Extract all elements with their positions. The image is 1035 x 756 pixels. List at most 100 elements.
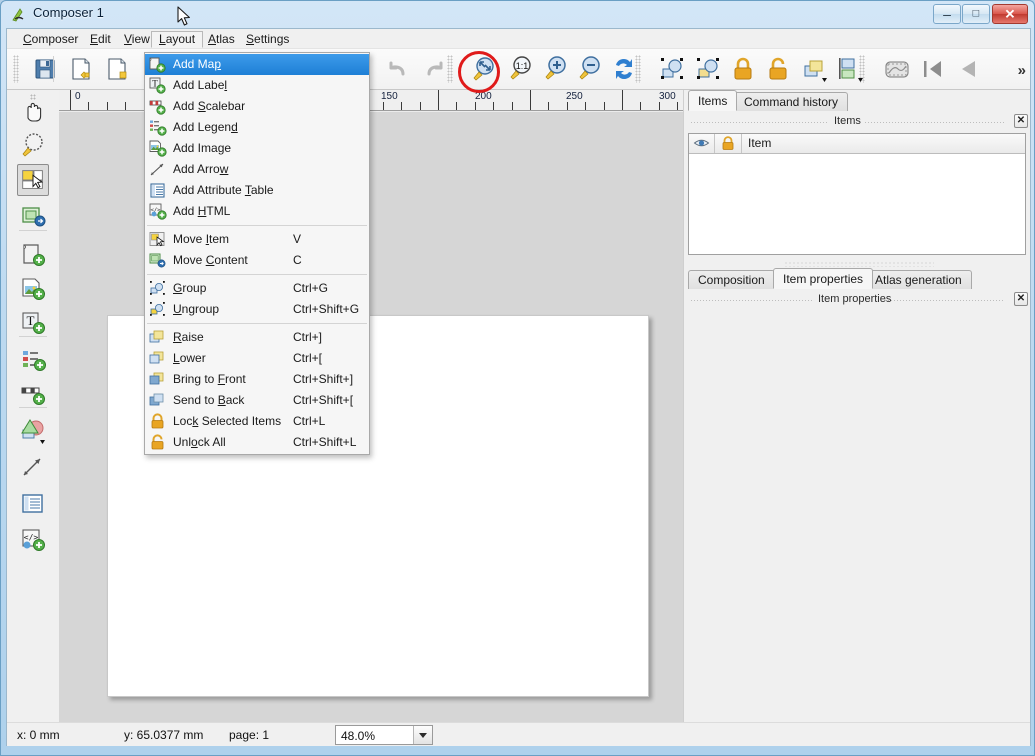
composer-window: Composer 1 – □ ✕ Composer Edit View Layo… xyxy=(0,0,1035,756)
items-column-visibility[interactable] xyxy=(689,134,715,153)
menu-item-add-image[interactable]: Add Image xyxy=(145,138,369,159)
atlas-first-icon[interactable] xyxy=(917,53,949,85)
select-move-item-tool[interactable] xyxy=(17,164,49,196)
tab-composition[interactable]: Composition xyxy=(688,270,775,289)
tab-command-history[interactable]: Command history xyxy=(734,92,849,111)
properties-title-dots-right xyxy=(884,299,1004,303)
menu-item-raise[interactable]: Raise Ctrl+] xyxy=(145,327,369,348)
toolbar-grip-1[interactable] xyxy=(13,55,19,83)
atlas-preview-icon[interactable] xyxy=(881,53,913,85)
menu-item-send-to-back[interactable]: Send to Back Ctrl+Shift+[ xyxy=(145,390,369,411)
ruler-label: 0 xyxy=(75,91,81,102)
menu-composer[interactable]: Composer xyxy=(16,31,85,48)
menu-item-ungroup[interactable]: Ungroup Ctrl+Shift+G xyxy=(145,299,369,320)
items-panel-close-button[interactable]: ✕ xyxy=(1014,114,1028,128)
menu-item-add-arrow[interactable]: Add Arrow xyxy=(145,159,369,180)
atlas-prev-icon[interactable] xyxy=(951,53,983,85)
menu-settings[interactable]: Settings xyxy=(239,31,296,48)
tab-atlas-generation-label: Atlas generation xyxy=(875,273,962,287)
add-html-tool[interactable]: </> xyxy=(17,524,49,556)
raise-items-icon[interactable] xyxy=(798,53,830,85)
menu-item-send-to-back-shortcut: Ctrl+Shift+[ xyxy=(293,393,354,407)
ruler-tick xyxy=(622,90,623,110)
ruler-tick xyxy=(125,102,126,110)
zoom-tool[interactable] xyxy=(17,130,49,162)
maximize-button[interactable]: □ xyxy=(962,4,990,24)
maximize-icon: □ xyxy=(972,7,980,20)
move-item-content-tool[interactable] xyxy=(17,200,49,232)
menu-layout[interactable]: Layout xyxy=(151,31,204,48)
menu-item-lower[interactable]: Lower Ctrl+[ xyxy=(145,348,369,369)
ruler-tick xyxy=(88,102,89,110)
menu-item-add-html[interactable]: </> Add HTML xyxy=(145,201,369,222)
align-items-icon[interactable] xyxy=(834,53,866,85)
zoom-in-icon[interactable] xyxy=(539,53,571,85)
menu-item-move-content[interactable]: Move Content C xyxy=(145,250,369,271)
ruler-tick xyxy=(604,102,605,110)
tab-atlas-generation[interactable]: Atlas generation xyxy=(865,270,972,289)
ruler-tick xyxy=(548,102,549,110)
undo-icon[interactable] xyxy=(383,53,415,85)
tab-items-label: Items xyxy=(698,94,728,108)
menu-item-add-label[interactable]: T Add Label xyxy=(145,75,369,96)
toolbar-overflow-button[interactable]: » xyxy=(1018,62,1026,79)
add-scalebar-tool[interactable] xyxy=(17,378,49,410)
redo-icon[interactable] xyxy=(417,53,449,85)
add-attribute-table-tool[interactable] xyxy=(17,488,49,520)
chevron-down-icon[interactable] xyxy=(413,726,432,744)
menu-item-add-scalebar-label: Add Scalebar xyxy=(173,99,246,113)
menu-edit[interactable]: Edit xyxy=(83,31,118,48)
dock-splitter[interactable] xyxy=(784,261,934,267)
lock-items-icon[interactable] xyxy=(727,53,759,85)
items-column-lock[interactable] xyxy=(715,134,742,153)
add-legend-tool[interactable] xyxy=(17,344,49,376)
unlock-items-icon[interactable] xyxy=(762,53,794,85)
ruler-tick xyxy=(530,90,531,110)
layout-menu-popup: Add Map T Add Label Add Scalebar Add Leg… xyxy=(144,52,370,455)
menu-item-add-legend[interactable]: Add Legend xyxy=(145,117,369,138)
menu-item-move-item[interactable]: Move Item V xyxy=(145,229,369,250)
menu-item-unlock-all[interactable]: Unlock All Ctrl+Shift+L xyxy=(145,432,369,453)
add-label-tool[interactable]: T xyxy=(17,307,49,339)
refresh-icon[interactable] xyxy=(608,53,640,85)
tab-item-properties[interactable]: Item properties xyxy=(773,268,874,289)
duplicate-composer-icon[interactable] xyxy=(101,53,133,85)
zoom-level-combobox[interactable]: 48.0% xyxy=(335,725,433,745)
items-list[interactable]: Item xyxy=(688,133,1026,255)
zoom-100-icon[interactable]: 1:1 xyxy=(504,53,536,85)
add-arrow-tool[interactable] xyxy=(17,451,49,483)
save-icon[interactable] xyxy=(29,53,61,85)
menu-item-group[interactable]: Group Ctrl+G xyxy=(145,278,369,299)
add-attribute-table-icon xyxy=(149,182,167,199)
menu-atlas[interactable]: Atlas xyxy=(201,31,242,48)
zoom-out-icon[interactable] xyxy=(573,53,605,85)
pan-tool[interactable] xyxy=(17,96,49,128)
status-x-coordinate: x: 0 mm xyxy=(17,728,60,742)
select-move-item-icon[interactable] xyxy=(656,53,688,85)
close-button[interactable]: ✕ xyxy=(992,4,1028,24)
properties-title-dots-left xyxy=(690,299,812,303)
zoom-full-icon[interactable] xyxy=(468,53,500,85)
add-map-tool[interactable] xyxy=(17,239,49,271)
minimize-button[interactable]: – xyxy=(933,4,961,24)
menu-item-add-attribute-table[interactable]: Add Attribute Table xyxy=(145,180,369,201)
new-composer-icon[interactable] xyxy=(65,53,97,85)
menu-bar: Composer Edit View Layout Atlas Settings xyxy=(7,29,1030,49)
menu-item-bring-to-front[interactable]: Bring to Front Ctrl+Shift+] xyxy=(145,369,369,390)
move-item-content-icon[interactable] xyxy=(692,53,724,85)
menu-item-move-content-shortcut: C xyxy=(293,253,302,267)
items-column-item[interactable]: Item xyxy=(742,134,1025,153)
group-icon xyxy=(149,280,167,297)
properties-panel-close-button[interactable]: ✕ xyxy=(1014,292,1028,306)
add-shape-tool[interactable] xyxy=(17,415,49,447)
menu-item-add-scalebar[interactable]: Add Scalebar xyxy=(145,96,369,117)
menu-item-add-map[interactable]: Add Map xyxy=(145,54,369,75)
tab-items[interactable]: Items xyxy=(688,90,738,111)
add-image-tool[interactable] xyxy=(17,273,49,305)
ruler-tick xyxy=(456,102,457,110)
bring-to-front-icon xyxy=(149,371,167,388)
dock-top-tabstrip: Items Command history xyxy=(684,90,1030,111)
menu-item-lock-selected-items[interactable]: Lock Selected Items Ctrl+L xyxy=(145,411,369,432)
add-html-icon: </> xyxy=(149,203,167,220)
minimize-icon: – xyxy=(943,6,951,22)
